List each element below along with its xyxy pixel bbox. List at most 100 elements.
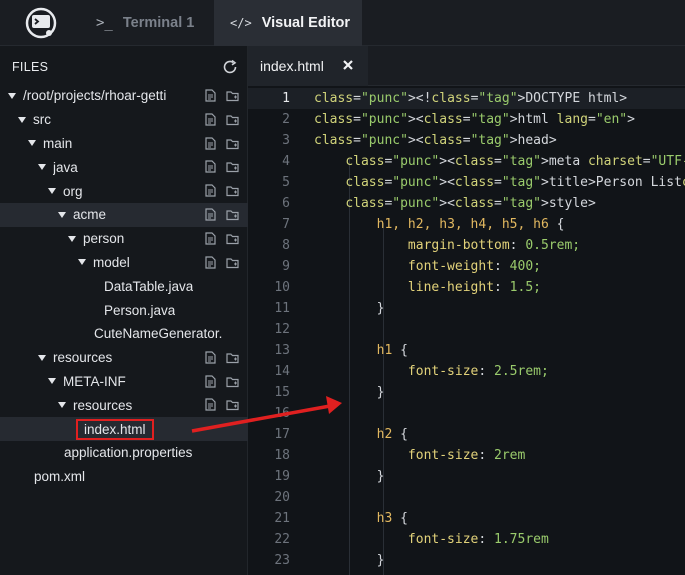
chevron-down-icon[interactable]	[28, 140, 36, 147]
line-number: 13	[274, 343, 290, 358]
tab-visual-editor[interactable]: </> Visual Editor	[214, 0, 362, 46]
tree-file[interactable]: Person.java	[0, 298, 248, 322]
new-file-icon[interactable]	[204, 89, 217, 102]
tree-folder[interactable]: person	[0, 227, 248, 251]
new-file-icon[interactable]	[204, 208, 217, 221]
line-number: 15	[274, 385, 290, 400]
tree-file[interactable]: CuteNameGenerator.	[0, 322, 248, 346]
code-line[interactable]: 22 font-size: 1.75rem	[248, 529, 685, 550]
code-line[interactable]: 11 }	[248, 298, 685, 319]
refresh-icon[interactable]	[221, 58, 239, 76]
line-number: 7	[282, 217, 290, 232]
code-line[interactable]: 10 line-height: 1.5;	[248, 277, 685, 298]
ide-logo-icon[interactable]	[24, 6, 58, 40]
code-line[interactable]: 13 h1 {	[248, 340, 685, 361]
code-line[interactable]: 20	[248, 487, 685, 508]
tree-folder[interactable]: resources	[0, 346, 248, 370]
new-file-icon[interactable]	[204, 374, 217, 388]
close-icon[interactable]	[342, 59, 354, 71]
tree-file[interactable]: application.properties	[0, 441, 248, 465]
code-line[interactable]: 4 class="punc"><class="tag">meta charset…	[248, 151, 685, 172]
tree-item-label: acme	[73, 207, 107, 223]
chevron-down-icon[interactable]	[58, 402, 66, 409]
chevron-down-icon[interactable]	[58, 211, 66, 218]
tree-item-actions	[204, 351, 239, 364]
new-file-icon[interactable]	[204, 255, 217, 269]
code-line[interactable]: 3 class="punc"><class="tag">head>	[248, 130, 685, 151]
tree-item-label: java	[53, 159, 78, 175]
code-line[interactable]: 17 h2 {	[248, 424, 685, 445]
tree-folder[interactable]: resources	[0, 393, 248, 417]
tree-item-actions	[204, 398, 239, 411]
code-line[interactable]: 12	[248, 319, 685, 340]
tree-item-actions	[204, 255, 239, 269]
line-number: 22	[274, 532, 290, 547]
code-line[interactable]: 21 h3 {	[248, 508, 685, 529]
code-line[interactable]: 19 }	[248, 466, 685, 487]
code-text: class="punc"><class="tag">meta charset="…	[345, 154, 685, 169]
code-line[interactable]: 7 h1, h2, h3, h4, h5, h6 {	[248, 214, 685, 235]
new-folder-icon[interactable]	[226, 208, 239, 221]
line-number: 6	[282, 196, 290, 211]
new-folder-icon[interactable]	[226, 137, 239, 150]
line-number: 9	[282, 259, 290, 274]
code-editor[interactable]: 1 class="punc"><!class="tag">DOCTYPE html…	[248, 86, 685, 575]
line-number: 16	[274, 406, 290, 421]
tree-folder[interactable]: main	[0, 132, 248, 156]
code-text: font-weight: 400;	[407, 259, 541, 274]
file-explorer: FILES /root/projects/rhoar-getti src main j…	[0, 46, 248, 575]
tree-file[interactable]: pom.xml	[0, 465, 248, 489]
chevron-down-icon[interactable]	[78, 259, 86, 266]
tree-folder[interactable]: acme	[0, 202, 248, 227]
new-file-icon[interactable]	[204, 398, 217, 411]
tree-folder[interactable]: model	[0, 251, 248, 275]
chevron-down-icon[interactable]	[48, 188, 56, 195]
code-line[interactable]: 1 class="punc"><!class="tag">DOCTYPE html…	[248, 88, 685, 109]
tree-folder[interactable]: META-INF	[0, 370, 248, 394]
code-line[interactable]: 18 font-size: 2rem	[248, 445, 685, 466]
new-folder-icon[interactable]	[226, 398, 239, 411]
new-file-icon[interactable]	[204, 184, 217, 197]
code-icon: </>	[230, 16, 252, 30]
new-folder-icon[interactable]	[226, 113, 239, 126]
chevron-down-icon[interactable]	[18, 116, 26, 123]
new-file-icon[interactable]	[204, 160, 217, 173]
editor-tab-index-html[interactable]: index.html	[248, 46, 368, 86]
code-line[interactable]: 16	[248, 403, 685, 424]
code-line[interactable]: 2 class="punc"><class="tag">html lang="en…	[248, 109, 685, 130]
tab-terminal[interactable]: >_ Terminal 1	[84, 0, 212, 46]
tree-folder[interactable]: src	[0, 108, 248, 132]
chevron-down-icon[interactable]	[48, 378, 56, 385]
new-file-icon[interactable]	[204, 136, 217, 150]
tree-file[interactable]: DataTable.java	[0, 274, 248, 298]
tree-folder[interactable]: org	[0, 179, 248, 203]
chevron-down-icon[interactable]	[38, 354, 46, 361]
code-line[interactable]: 5 class="punc"><class="tag">title>Person…	[248, 172, 685, 193]
code-line[interactable]: 14 font-size: 2.5rem;	[248, 361, 685, 382]
new-folder-icon[interactable]	[226, 160, 239, 173]
file-tree: /root/projects/rhoar-getti src main java org…	[0, 84, 248, 489]
code-line[interactable]: 23 }	[248, 550, 685, 571]
new-folder-icon[interactable]	[226, 351, 239, 364]
new-file-icon[interactable]	[204, 351, 217, 364]
new-folder-icon[interactable]	[226, 375, 239, 388]
tree-file[interactable]: index.html	[0, 417, 248, 441]
new-folder-icon[interactable]	[226, 256, 239, 269]
new-folder-icon[interactable]	[226, 232, 239, 245]
code-text: h3 {	[376, 511, 408, 526]
new-folder-icon[interactable]	[226, 89, 239, 102]
chevron-down-icon[interactable]	[68, 235, 76, 242]
code-line[interactable]: 8 margin-bottom: 0.5rem;	[248, 235, 685, 256]
new-folder-icon[interactable]	[226, 184, 239, 197]
line-number: 19	[274, 469, 290, 484]
code-line[interactable]: 9 font-weight: 400;	[248, 256, 685, 277]
code-line[interactable]: 6 class="punc"><class="tag">style>	[248, 193, 685, 214]
chevron-down-icon[interactable]	[8, 92, 16, 99]
chevron-down-icon[interactable]	[38, 164, 46, 171]
tree-folder[interactable]: java	[0, 155, 248, 179]
new-file-icon[interactable]	[204, 113, 217, 126]
new-file-icon[interactable]	[204, 232, 217, 245]
tree-folder[interactable]: /root/projects/rhoar-getti	[0, 84, 248, 108]
code-line[interactable]: 15 }	[248, 382, 685, 403]
tree-item-actions	[204, 184, 239, 197]
